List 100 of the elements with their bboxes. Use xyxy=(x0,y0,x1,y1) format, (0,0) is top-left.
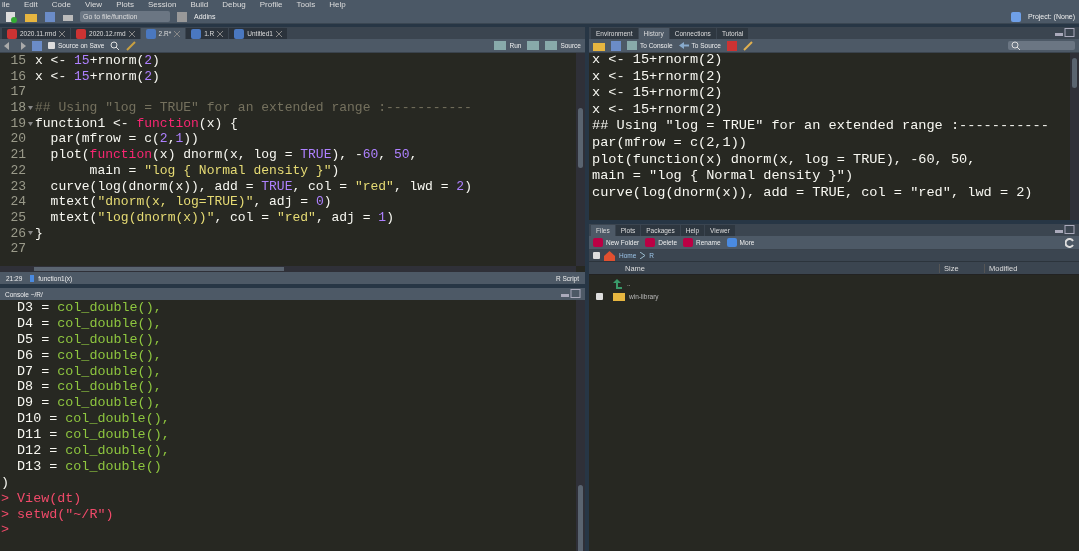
line-number: 22 xyxy=(9,162,26,179)
menu-item[interactable]: ile xyxy=(2,0,10,10)
search-icon[interactable] xyxy=(110,40,121,51)
menu-item[interactable]: Session xyxy=(147,0,177,10)
console-line: D4 = col_double(), xyxy=(16,315,163,332)
line-number: 17 xyxy=(9,84,26,101)
history-entry[interactable]: curve(log(dnorm(x)), add = TRUE, col = "red", lwd = 2) xyxy=(592,184,1070,202)
history-entry[interactable]: plot(function(x) dnorm(x, log = TRUE), -60, 50, xyxy=(592,151,1070,169)
code-line: } xyxy=(35,225,43,242)
console-line: D13 = col_double() xyxy=(16,458,163,475)
console-line: > xyxy=(0,522,11,539)
code-line: mtext("dnorm(x, log=TRUE)", adj = 0) xyxy=(49,194,332,210)
line-number: 26 xyxy=(9,225,26,242)
menu-item[interactable]: View xyxy=(84,0,103,10)
menu-item[interactable]: Profile xyxy=(259,0,283,10)
scrollbar[interactable] xyxy=(576,300,585,551)
menu-item[interactable]: Build xyxy=(190,0,209,10)
console-line: D6 = col_double(), xyxy=(16,347,163,364)
r-file-icon xyxy=(145,28,156,39)
scrollbar[interactable] xyxy=(576,53,585,266)
fold-arrow-icon[interactable] xyxy=(28,105,33,110)
code-line: function1 <- function(x) { xyxy=(35,115,238,132)
code-line: plot(function(x) dnorm(x, log = TRUE), -60, 50, xyxy=(49,147,418,163)
folder-icon xyxy=(613,292,625,301)
select-all-checkbox[interactable] xyxy=(593,252,600,259)
line-number: 23 xyxy=(9,178,26,195)
refresh-icon[interactable] xyxy=(1065,237,1075,248)
close-icon[interactable] xyxy=(128,30,135,37)
menu-item[interactable]: Plots xyxy=(116,0,134,10)
new-file-icon[interactable] xyxy=(4,10,18,23)
line-number: 25 xyxy=(9,209,26,226)
folder-icon[interactable] xyxy=(593,40,605,51)
action-icon xyxy=(593,238,603,247)
console-line: > setwd("~/R") xyxy=(0,506,115,523)
line-number: 20 xyxy=(9,131,26,148)
window-buttons-icon[interactable] xyxy=(1055,224,1075,234)
broom-icon[interactable] xyxy=(742,40,753,51)
menu-item[interactable]: Edit xyxy=(24,0,38,10)
code-line: mtext("log(dnorm(x))", col = "red", adj = 1) xyxy=(49,209,394,226)
code-line: curve(log(dnorm(x)), add = TRUE, col = "red", lwd = 2) xyxy=(49,178,472,195)
arrow-icon xyxy=(678,41,689,50)
console-line: D5 = col_double(), xyxy=(16,331,163,348)
search-field[interactable] xyxy=(1008,41,1075,50)
window-buttons-icon[interactable] xyxy=(561,288,581,298)
source-on-save-checkbox[interactable] xyxy=(48,42,55,49)
close-icon[interactable] xyxy=(275,30,282,37)
line-number: 21 xyxy=(9,147,26,163)
r-file-icon xyxy=(191,28,202,39)
history-entry[interactable]: ## Using "log = TRUE" for an extended range :----------- xyxy=(592,118,1070,135)
r-file-icon xyxy=(234,28,245,39)
console-line: > View(dt) xyxy=(0,490,83,507)
scrollbar[interactable] xyxy=(1070,53,1079,220)
save-icon[interactable] xyxy=(611,40,621,51)
history-entry[interactable]: x <- 15+rnorm(2) xyxy=(592,68,1070,86)
console-line: D12 = col_double(), xyxy=(16,443,171,459)
menu-item[interactable]: Help xyxy=(329,0,346,10)
up-arrow-icon[interactable] xyxy=(613,278,623,289)
save-icon[interactable] xyxy=(32,40,42,51)
history-entry[interactable]: x <- 15+rnorm(2) xyxy=(592,52,1070,69)
search-icon xyxy=(1011,41,1020,50)
close-icon[interactable] xyxy=(217,30,224,37)
close-icon[interactable] xyxy=(174,30,181,37)
chevron-icon xyxy=(640,252,646,259)
line-number: 16 xyxy=(9,68,26,85)
code-line: main = "log { Normal density }") xyxy=(88,162,340,179)
console-line: D7 = col_double(), xyxy=(16,363,163,380)
console-line: D11 = col_double(), xyxy=(16,427,171,443)
line-number: 19 xyxy=(9,115,26,132)
console-line: D9 = col_double(), xyxy=(16,395,163,412)
action-icon xyxy=(726,238,737,247)
line-number: 24 xyxy=(9,194,26,210)
line-number: 15 xyxy=(9,53,26,69)
fold-arrow-icon[interactable] xyxy=(28,231,33,236)
fold-arrow-icon[interactable] xyxy=(28,121,33,126)
project-icon xyxy=(1009,10,1022,23)
row-checkbox[interactable] xyxy=(595,293,603,300)
menu-item[interactable]: Debug xyxy=(222,0,246,10)
close-icon[interactable] xyxy=(59,30,65,37)
console-line: ) xyxy=(0,474,11,491)
rmd-file-icon xyxy=(76,28,86,39)
rmd-file-icon xyxy=(7,28,17,39)
wand-icon[interactable] xyxy=(126,40,139,51)
action-icon xyxy=(645,238,656,247)
line-number: 27 xyxy=(9,241,26,257)
code-line: par(mfrow = c(2,1)) xyxy=(49,131,199,148)
console-line: D3 = col_double(), xyxy=(16,300,163,316)
history-entry[interactable]: x <- 15+rnorm(2) xyxy=(592,101,1070,119)
console-line: D10 = col_double(), xyxy=(16,411,171,428)
line-number: 18 xyxy=(9,100,26,116)
console-line: D8 = col_double(), xyxy=(16,379,163,396)
menu-item[interactable]: Tools xyxy=(296,0,316,10)
save-icon[interactable] xyxy=(44,10,56,23)
scrollbar[interactable] xyxy=(0,266,576,272)
code-line: x <- 15+rnorm(2) xyxy=(35,68,160,85)
menu-item[interactable]: Code xyxy=(51,0,71,10)
window-buttons-icon[interactable] xyxy=(1055,27,1075,37)
code-line: x <- 15+rnorm(2) xyxy=(35,53,160,69)
history-entry[interactable]: main = "log { Normal density }") xyxy=(592,168,1070,185)
history-entry[interactable]: par(mfrow = c(2,1)) xyxy=(592,134,1070,152)
history-entry[interactable]: x <- 15+rnorm(2) xyxy=(592,85,1070,102)
